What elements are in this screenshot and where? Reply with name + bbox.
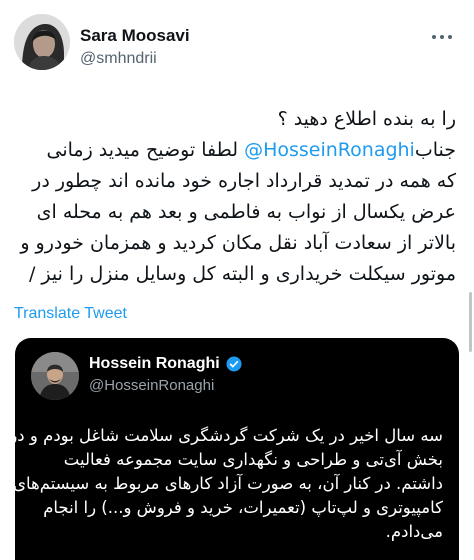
author-handle[interactable]: @smhndrii (80, 50, 157, 68)
more-horizontal-icon[interactable] (430, 30, 454, 42)
author-avatar[interactable] (14, 14, 70, 70)
tweet-card: Sara Moosavi @smhndrii را به بنده اطلاع … (0, 0, 474, 560)
tweet-line: را به بنده اطلاع دهید ؟ (277, 108, 456, 130)
tweet-line: که همه در تمدید قرارداد اجاره خود مانده … (32, 170, 456, 192)
tweet-line: موتور سیکلت خریداری و البته کل وسایل منز… (28, 263, 456, 285)
quoted-author-avatar[interactable] (31, 352, 79, 400)
quoted-author-name-row[interactable]: Hossein Ronaghi (89, 355, 243, 373)
quoted-line: کامپیوتری و لپ‌تاپ (تعمیرات، خرید و فروش… (43, 498, 443, 517)
author-name[interactable]: Sara Moosavi (80, 26, 190, 46)
quoted-tweet[interactable]: Hossein Ronaghi @HosseinRonaghi سه سال ا… (15, 338, 459, 560)
quoted-author-name[interactable]: Hossein Ronaghi (89, 355, 220, 373)
quoted-tweet-text: سه سال اخیر در یک شرکت گردشگری سلامت شاغ… (15, 424, 443, 544)
quoted-line: می‌دادم. (385, 522, 443, 541)
mention-link[interactable]: @HosseinRonaghi (244, 139, 415, 161)
tweet-line: عرض یکسال از نواب به فاطمی و بعد هم به م… (36, 201, 456, 223)
verified-badge-icon (226, 356, 242, 372)
quoted-line: سه سال اخیر در یک شرکت گردشگری سلامت شاغ… (15, 426, 443, 445)
quoted-line: داشتم. در کنار آن، به صورت آزاد کارهای م… (15, 474, 443, 493)
avatar-image (14, 14, 70, 70)
tweet-line-prefix: جناب (414, 139, 456, 161)
scrollbar[interactable] (469, 292, 472, 352)
tweet-text: را به بنده اطلاع دهید ؟ جناب@HosseinRona… (16, 104, 456, 290)
translate-tweet-link[interactable]: Translate Tweet (14, 305, 127, 323)
quoted-avatar-image (31, 352, 79, 400)
quoted-author-handle[interactable]: @HosseinRonaghi (89, 377, 214, 394)
quoted-line: بخش آی‌تی و طراحی و نگهداری سایت مجموعه … (63, 450, 443, 469)
tweet-line: بالاتر از سعادت آباد نقل مکان کردید و هم… (20, 232, 456, 254)
tweet-line: جناب@HosseinRonaghi لطفا توضیح میدید زما… (16, 135, 456, 166)
tweet-line-suffix: لطفا توضیح میدید زمانی (46, 139, 245, 161)
